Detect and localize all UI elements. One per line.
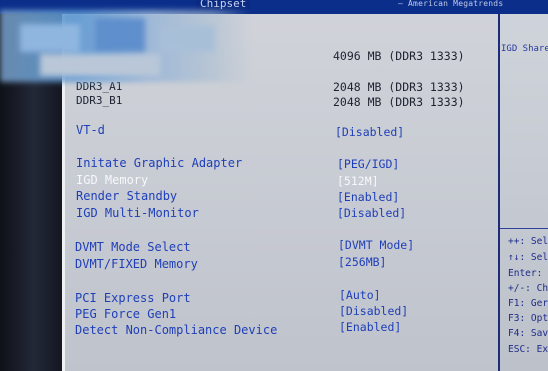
help-key-optimized: F3: Opt <box>508 313 548 324</box>
privacy-blur-overlay <box>0 10 250 82</box>
memory-slot-label: DDR3_B1 <box>76 94 123 107</box>
help-panel: IGD Share ++: Sel ↑↓: Sel Enter: +/-: Ch… <box>500 14 548 371</box>
igd-multi-monitor-label[interactable]: IGD Multi-Monitor <box>76 206 199 220</box>
help-key-enter: Enter: <box>508 268 543 279</box>
help-description: IGD Share <box>501 44 548 54</box>
help-key-change: +/-: Ch <box>508 283 548 294</box>
initiate-graphic-label[interactable]: Initate Graphic Adapter <box>76 156 242 170</box>
detect-noncompliance-label[interactable]: Detect Non-Compliance Device <box>75 323 277 337</box>
igd-memory-value[interactable]: [512M] <box>337 174 379 188</box>
dvmt-memory-label[interactable]: DVMT/FIXED Memory <box>75 257 198 271</box>
pci-express-value[interactable]: [Auto] <box>339 288 381 302</box>
peg-force-label[interactable]: PEG Force Gen1 <box>75 307 176 321</box>
pci-express-label[interactable]: PCI Express Port <box>75 291 191 305</box>
total-memory-value: 4096 MB (DDR3 1333) <box>333 49 465 63</box>
igd-memory-label[interactable]: IGD Memory <box>76 173 148 187</box>
igd-multi-monitor-value[interactable]: [Disabled] <box>337 206 406 220</box>
help-key-select-screen: ++: Sel <box>508 236 548 247</box>
tab-chipset[interactable]: Chipset <box>196 0 251 10</box>
help-key-save: F4: Sav <box>508 328 548 339</box>
detect-noncompliance-value[interactable]: [Enabled] <box>339 320 401 334</box>
render-standby-label[interactable]: Render Standby <box>76 189 177 203</box>
dvmt-mode-value[interactable]: [DVMT Mode] <box>338 238 414 252</box>
help-key-general-help: F1: Ger <box>508 298 548 309</box>
initiate-graphic-value[interactable]: [PEG/IGD] <box>337 157 399 171</box>
help-key-exit: ESC: Ex <box>508 344 548 355</box>
help-key-select-item: ↑↓: Sel <box>508 252 548 263</box>
memory-slot-value: 2048 MB (DDR3 1333) <box>333 80 465 94</box>
dvmt-memory-value[interactable]: [256MB] <box>338 255 386 269</box>
dvmt-mode-label[interactable]: DVMT Mode Select <box>75 240 191 254</box>
help-separator <box>500 228 548 229</box>
memory-slot-value: 2048 MB (DDR3 1333) <box>333 95 465 109</box>
vendor-copyright: — American Megatrends <box>398 0 504 8</box>
vtd-value[interactable]: [Disabled] <box>335 125 404 139</box>
vtd-label[interactable]: VT-d <box>76 123 105 137</box>
peg-force-value[interactable]: [Disabled] <box>339 304 408 318</box>
render-standby-value[interactable]: [Enabled] <box>337 190 399 204</box>
